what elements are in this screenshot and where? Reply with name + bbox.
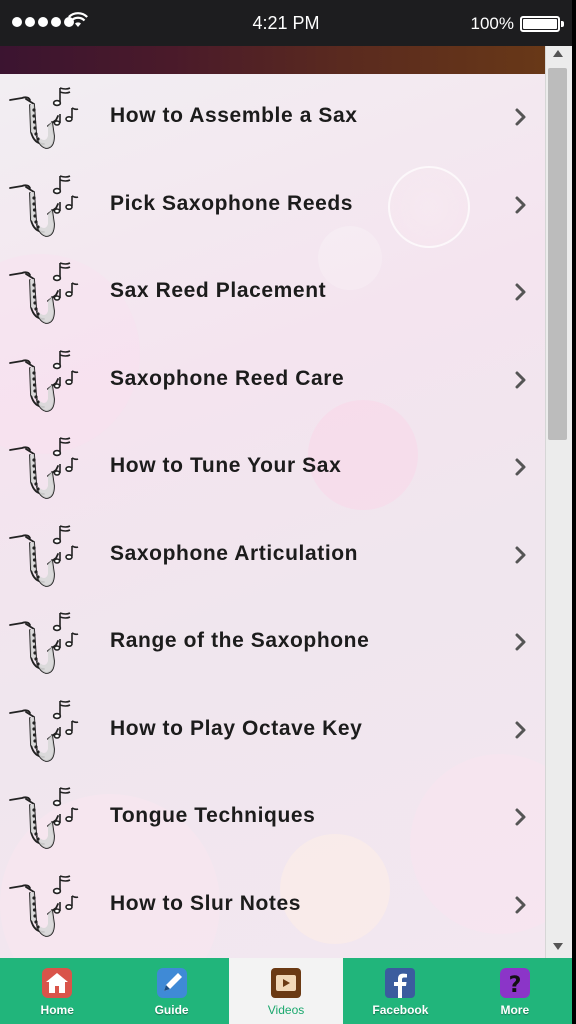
chevron-right-icon [515,633,526,651]
saxophone-icon [9,349,79,412]
list-item-label: Range of the Saxophone [110,629,370,652]
saxophone-icon [9,524,79,587]
chevron-right-icon [515,546,526,563]
list-item-label: How to Tune Your Sax [110,454,342,477]
saxophone-icon [9,787,79,849]
list-item-label: Pick Saxophone Reeds [110,191,354,215]
header-banner [0,46,572,74]
app-screen: 4:21 PM 100% How to Assemble a Sax Pick … [0,0,572,1024]
saxophone-icon [9,174,79,237]
saxophone-icon [9,262,79,324]
battery-icon [520,16,564,32]
tab-facebook[interactable]: Facebook [343,958,457,1024]
list-item-label: How to Slur Notes [110,891,302,915]
bottom-tab-bar: Home Guide Videos Facebook? More [0,958,572,1024]
list-item[interactable]: How to Play Octave Key [0,687,545,775]
saxophone-icon [9,699,79,762]
more-question-icon: ? [499,967,531,999]
list-item[interactable]: How to Tune Your Sax [0,424,545,512]
saxophone-icon [9,612,79,674]
scroll-thumb[interactable] [548,68,567,440]
tab-label: Guide [154,1003,189,1017]
list-item[interactable]: Pick Saxophone Reeds [0,162,545,250]
video-list: How to Assemble a Sax Pick Saxophone Ree… [0,74,545,949]
tab-label: Videos [267,1003,305,1017]
chevron-right-icon [515,896,526,913]
list-item-label: How to Assemble a Sax [110,104,358,127]
chevron-right-icon [515,721,526,738]
list-item-label: Sax Reed Placement [110,279,327,302]
list-item-label: How to Play Octave Key [110,716,363,740]
tab-label: More [500,1003,530,1017]
facebook-icon [384,967,416,999]
video-icon [270,967,302,999]
list-item[interactable]: How to Slur Notes [0,862,545,950]
chevron-right-icon [515,808,526,826]
tab-videos[interactable]: Videos [228,958,344,1024]
chevron-right-icon [515,371,526,388]
chevron-right-icon [515,196,526,213]
tab-label: Home [40,1003,74,1017]
scroll-down-arrow-icon[interactable] [553,943,563,950]
svg-text:?: ? [508,973,521,998]
list-item[interactable]: How to Assemble a Sax [0,74,545,162]
chevron-right-icon [515,108,526,126]
video-list-area: How to Assemble a Sax Pick Saxophone Ree… [0,74,545,958]
home-icon [41,967,73,999]
list-item-label: Saxophone Reed Care [110,366,345,390]
battery-percentage: 100% [470,14,514,33]
scroll-up-arrow-icon[interactable] [553,50,563,57]
list-item-label: Tongue Techniques [110,804,316,827]
guide-pen-icon [156,967,188,999]
status-bar: 4:21 PM 100% [0,0,572,46]
list-item[interactable]: Tongue Techniques [0,774,545,862]
tab-home[interactable]: Home [0,958,114,1024]
list-item-label: Saxophone Articulation [110,541,359,565]
scrollbar[interactable] [545,46,572,958]
list-item[interactable]: Saxophone Reed Care [0,337,545,425]
saxophone-icon [9,87,79,149]
saxophone-icon [9,437,79,499]
chevron-right-icon [515,283,526,301]
list-item[interactable]: Saxophone Articulation [0,512,545,600]
list-item[interactable]: Sax Reed Placement [0,249,545,337]
tab-more[interactable]: ? More [458,958,572,1024]
saxophone-icon [9,874,79,937]
tab-guide[interactable]: Guide [114,958,228,1024]
chevron-right-icon [515,458,526,476]
tab-label: Facebook [372,1003,429,1017]
list-item[interactable]: Range of the Saxophone [0,599,545,687]
